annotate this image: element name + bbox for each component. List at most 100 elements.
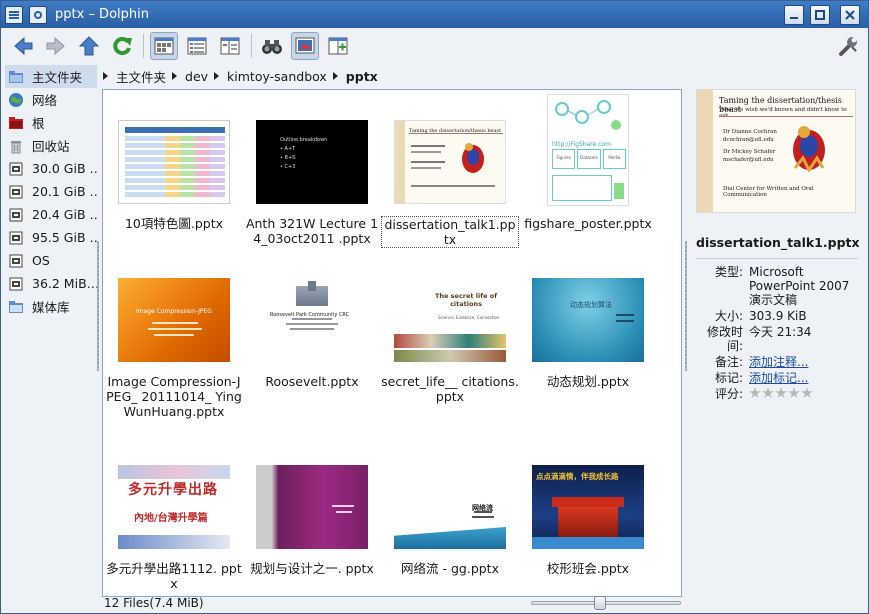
drive-icon — [8, 207, 24, 223]
arrow-left-icon — [14, 36, 33, 55]
star-icon[interactable] — [788, 387, 800, 398]
file-name: secret_life__ citations.pptx — [381, 374, 519, 404]
thumb-text: The secret life of citations — [434, 292, 498, 308]
file-item[interactable]: 点点滴滴情，伴我成长路 校形班会.pptx — [519, 465, 657, 576]
file-item[interactable]: Image Compression-JPEG Image Compression… — [105, 278, 243, 419]
meta-row: 修改时间: 今天 21:34 — [696, 325, 858, 353]
sidebar-item-10[interactable]: 媒体库 — [5, 295, 97, 318]
thumb-text: Roosevelt Park Community CRC — [270, 312, 350, 318]
sidebar-item-label: OS — [32, 253, 50, 268]
back-button[interactable] — [9, 32, 37, 60]
forward-button[interactable] — [42, 32, 70, 60]
meta-value: 303.9 KiB — [749, 309, 807, 323]
file-thumbnail: The secret life of citations Science, Ev… — [394, 278, 506, 362]
sidebar-item-9[interactable]: 36.2 MiB… — [5, 272, 97, 295]
file-view[interactable]: 10項特色圖.pptx Outline breakdown • A+T • B+S •… — [102, 89, 682, 597]
file-item[interactable]: 动态规划算法 动态规划.pptx — [519, 278, 657, 389]
up-button[interactable] — [75, 32, 103, 60]
pin-icon[interactable] — [29, 5, 47, 24]
file-thumbnail: Outline breakdown • A+T • B+S • C+3 — [256, 120, 368, 204]
file-item[interactable]: Roosevelt Park Community CRC Roosevelt.p… — [243, 278, 381, 389]
meta-value: Microsoft PowerPoint 2007 演示文稿 — [749, 265, 850, 307]
info-preview-footer: Dial Center for Written and Oral Communi… — [723, 186, 814, 198]
file-thumbnail: 点点滴滴情，伴我成长路 — [532, 465, 644, 549]
sidebar-item-8[interactable]: OS — [5, 249, 97, 272]
file-item[interactable]: http://FigShare.com Figures Datasets Media… — [519, 94, 657, 231]
breadcrumb-item-home[interactable]: 主文件夹 — [116, 67, 166, 86]
thumb-text: 內地/台灣升學篇 — [134, 513, 208, 524]
breadcrumb-item-dev[interactable]: dev — [185, 69, 208, 84]
sidebar-item-label: 回收站 — [32, 139, 70, 154]
columns-view-button[interactable] — [216, 32, 244, 60]
title-bar[interactable]: pptx – Dolphin — [1, 1, 868, 28]
file-thumbnail: http://FigShare.com Figures Datasets Media — [547, 94, 629, 206]
file-name: dissertation_talk1.pptx — [381, 216, 519, 248]
settings-button[interactable] — [834, 32, 862, 60]
divider — [696, 258, 858, 259]
meta-key: 标记: — [714, 371, 743, 385]
breadcrumb-arrow-icon[interactable] — [332, 72, 338, 80]
zoom-slider-handle[interactable] — [593, 596, 606, 610]
breadcrumb-arrow-icon[interactable] — [103, 72, 108, 80]
sidebar-item-7[interactable]: 95.5 GiB … — [5, 226, 97, 249]
file-item[interactable]: Outline breakdown • A+T • B+S • C+3 Anth 32… — [243, 120, 381, 246]
sidebar-item-1[interactable]: 网络 — [5, 88, 97, 111]
file-item[interactable]: 10項特色圖.pptx — [105, 120, 243, 231]
meta-link[interactable]: 添加标记... — [749, 371, 858, 385]
file-thumbnail: Image Compression-JPEG — [118, 278, 230, 362]
close-icon[interactable] — [840, 4, 860, 25]
file-item[interactable]: 网络流 网络流 - gg.pptx — [381, 465, 519, 576]
sidebar-item-2[interactable]: 根 — [5, 111, 97, 134]
meta-row: 大小: 303.9 KiB — [696, 309, 858, 323]
breadcrumb-arrow-icon[interactable] — [172, 72, 178, 80]
meta-row: 类型: Microsoft PowerPoint 2007 演示文稿 — [696, 265, 858, 307]
beast-illustration — [793, 126, 825, 172]
reload-button[interactable] — [108, 32, 136, 60]
sidebar-item-5[interactable]: 20.1 GiB … — [5, 180, 97, 203]
file-name: Anth 321W Lecture 14_03oct2011 .pptx — [245, 216, 379, 246]
star-icon[interactable] — [775, 387, 787, 398]
star-icon[interactable] — [762, 387, 774, 398]
sidebar-item-6[interactable]: 20.4 GiB … — [5, 203, 97, 226]
breadcrumb-arrow-icon[interactable] — [214, 72, 220, 80]
splitter-handle[interactable] — [97, 241, 99, 371]
star-icon[interactable] — [749, 387, 761, 398]
preview-button[interactable] — [291, 31, 319, 60]
meta-key: 修改时间: — [706, 325, 743, 353]
details-view-button[interactable] — [183, 32, 211, 60]
icons-view-button[interactable] — [150, 31, 178, 60]
file-name: 规划与设计之一. pptx — [250, 561, 374, 576]
file-item[interactable]: 多元升學出路 內地/台灣升學篇 多元升學出路1112. pptx — [105, 465, 243, 591]
find-button[interactable] — [258, 32, 286, 60]
meta-link[interactable]: 添加注释... — [749, 355, 858, 369]
home-folder-icon — [8, 69, 24, 85]
meta-key: 大小: — [714, 309, 743, 323]
sidebar-item-3[interactable]: 回收站 — [5, 134, 97, 157]
split-button[interactable] — [324, 32, 352, 60]
sidebar-item-4[interactable]: 30.0 GiB … — [5, 157, 97, 180]
zoom-slider[interactable] — [531, 596, 681, 610]
thumb-text: Taming the dissertation/thesis beast — [409, 128, 502, 134]
thumb-text: 网络流 — [472, 504, 493, 512]
window-menu-icon[interactable] — [5, 5, 23, 24]
file-name: 多元升學出路1112. pptx — [106, 561, 242, 591]
rating-stars[interactable] — [749, 387, 858, 402]
file-item[interactable]: 规划与设计之一. pptx — [243, 465, 381, 576]
file-item[interactable]: Taming the dissertation/thesis beast dis… — [381, 120, 519, 248]
file-name: 动态规划.pptx — [546, 374, 630, 389]
maximize-icon[interactable] — [810, 4, 830, 25]
meta-key: 类型: — [714, 265, 743, 279]
breadcrumb-item-kimtoy-sandbox[interactable]: kimtoy-sandbox — [227, 69, 327, 84]
sidebar-item-0[interactable]: 主文件夹 — [5, 65, 97, 88]
details-view-icon — [187, 37, 207, 54]
star-icon[interactable] — [801, 387, 813, 398]
file-thumbnail: 多元升學出路 內地/台灣升學篇 — [118, 465, 230, 549]
minimize-icon[interactable] — [784, 4, 804, 25]
info-metadata: 类型: Microsoft PowerPoint 2007 演示文稿 大小: 303.… — [696, 265, 858, 402]
information-panel: Taming the dissertation/thesis beast Wha… — [696, 89, 860, 589]
breadcrumb-item-pptx[interactable]: pptx — [346, 69, 378, 84]
splitter-handle[interactable] — [685, 241, 687, 371]
thumb-text: 多元升學出路 — [128, 482, 218, 498]
file-item[interactable]: The secret life of citations Science, Ev… — [381, 278, 519, 404]
split-icon — [328, 37, 348, 54]
